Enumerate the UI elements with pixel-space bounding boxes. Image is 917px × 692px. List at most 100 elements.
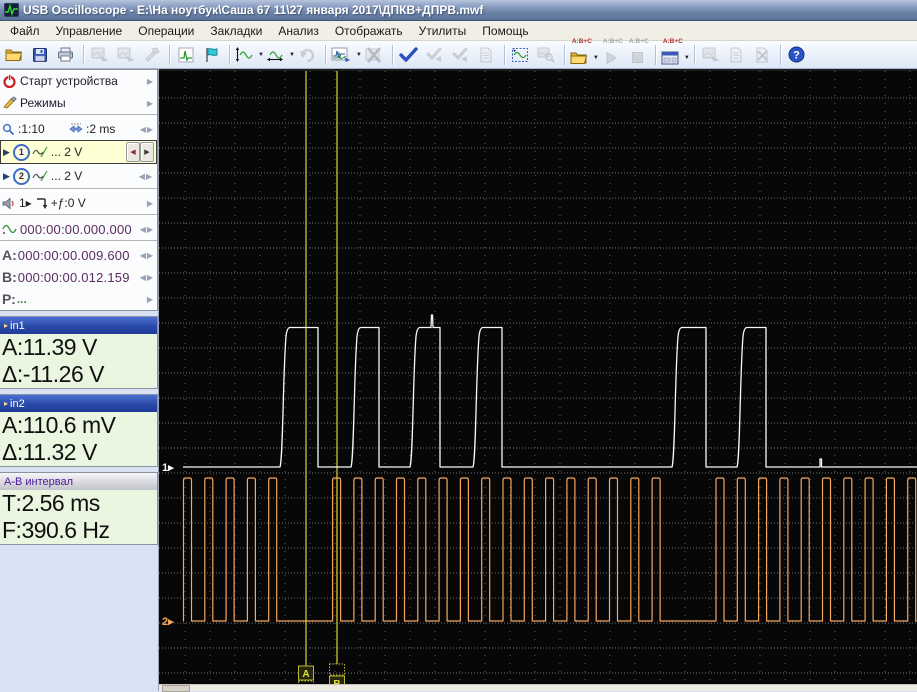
trigger-level[interactable]: +ƒ:0 V xyxy=(51,196,86,210)
report-doc-button xyxy=(475,42,501,68)
expand-arrow-icon[interactable]: ▶ xyxy=(147,199,154,208)
p-row[interactable]: Р: ... ▶ xyxy=(0,288,157,310)
panel-header[interactable]: ▸ in1 xyxy=(0,317,157,334)
apply-check-button[interactable] xyxy=(397,42,423,68)
abc-mini-label: A:B+C xyxy=(571,37,592,45)
abc-mini-label: A:B+C xyxy=(662,37,683,45)
channel-1-dec-button[interactable]: ◀ xyxy=(126,142,140,162)
overlay-waveforms-icon xyxy=(331,47,351,63)
channel-1-range[interactable]: ... 2 V xyxy=(51,145,82,159)
channel-1-inc-button[interactable]: ▶ xyxy=(140,142,154,162)
measurement-value: A:11.39 V xyxy=(2,334,97,360)
marker-frame-button[interactable] xyxy=(509,42,535,68)
stretch-vertical-button[interactable]: ▼ xyxy=(234,42,265,68)
trigger-row[interactable]: 1▸ +ƒ:0 V ▶ xyxy=(0,192,157,214)
scope-display[interactable]: 1▸2▸AB xyxy=(159,69,917,692)
check-forward-icon xyxy=(426,47,443,62)
main-area: Старт устройства ▶ Режимы ▶:1:10:2 ms … xyxy=(0,69,917,692)
menu-item-закладки[interactable]: Закладки xyxy=(202,23,270,39)
cursor-a-row[interactable]: A: 000:00:00.009.600 ◀▶ xyxy=(0,244,157,266)
dropdown-arrow-icon[interactable]: ▼ xyxy=(258,52,264,58)
panel-header[interactable]: ▸ in2 xyxy=(0,395,157,412)
menu-item-операции[interactable]: Операции xyxy=(130,23,202,39)
abc-mini-label: A:B+C xyxy=(602,37,623,45)
check-back-icon xyxy=(452,47,469,62)
channel-2-marker[interactable]: 2▸ xyxy=(162,616,174,628)
overlay-waveforms-button[interactable]: ▼ xyxy=(330,42,363,68)
channel-2-badge: 2 xyxy=(12,167,30,185)
open-file-button[interactable] xyxy=(2,42,28,68)
export-image-2-icon xyxy=(117,47,134,62)
panel-title: A-B интервал xyxy=(4,475,74,488)
probe-ratio-value[interactable]: :1:10 xyxy=(18,122,45,136)
window-titlebar[interactable]: USB Oscilloscope - E:\На ноутбук\Саша 67… xyxy=(0,0,917,21)
position-time-row[interactable]: 000:00:00.000.000 ◀▶ xyxy=(0,218,157,240)
measurement-value: Δ:11.32 V xyxy=(2,439,97,465)
image-view-icon xyxy=(702,47,719,62)
menu-item-управление[interactable]: Управление xyxy=(48,23,131,39)
remove-waveform-icon xyxy=(365,46,383,63)
timebase-value[interactable]: :2 ms xyxy=(86,122,115,136)
channel-1-marker[interactable]: 1▸ xyxy=(162,462,174,474)
toolbar-separator xyxy=(654,44,657,65)
trigger-edge-icon xyxy=(36,197,48,210)
adjust-arrows-icon[interactable]: ◀▶ xyxy=(140,273,154,282)
coupling-icon xyxy=(32,170,48,182)
horizontal-scrollbar[interactable] xyxy=(159,684,917,692)
dropdown-arrow-icon[interactable]: ▼ xyxy=(289,52,295,58)
dropdown-arrow-icon[interactable]: ▼ xyxy=(593,55,599,61)
save-file-button[interactable] xyxy=(28,42,54,68)
expand-arrow-icon[interactable]: ▶ xyxy=(147,295,154,304)
panel-arrow-icon: ▸ xyxy=(4,321,9,330)
panel-arrow-icon: ▸ xyxy=(4,399,9,408)
dropdown-arrow-icon[interactable]: ▼ xyxy=(684,55,690,61)
window-title: USB Oscilloscope - E:\На ноутбук\Саша 67… xyxy=(23,3,484,17)
expand-arrow-icon[interactable]: ▶ xyxy=(147,77,154,86)
waveform-canvas[interactable]: 1▸2▸AB xyxy=(159,71,917,691)
trigger-source[interactable]: 1▸ xyxy=(19,196,32,210)
svg-text:?: ? xyxy=(793,50,800,62)
toolbar-separator xyxy=(324,44,327,65)
adjust-arrows-icon[interactable]: ◀▶ xyxy=(140,125,154,134)
modes-label: Режимы xyxy=(20,96,66,110)
bookmark-flag-button[interactable] xyxy=(200,42,226,68)
save-file-icon xyxy=(32,47,48,63)
channel-2-range[interactable]: ... 2 V xyxy=(51,169,82,183)
expand-arrow-icon[interactable]: ▶ xyxy=(147,99,154,108)
modes-button[interactable]: Режимы ▶ xyxy=(0,92,157,114)
channel-2-row[interactable]: ▶ 2 ... 2 V ◀▶ xyxy=(0,164,157,188)
stretch-horizontal-button[interactable]: ▼ xyxy=(265,42,296,68)
abc-settings-button[interactable]: A:B+C ▼ xyxy=(660,38,691,72)
abc-play-icon xyxy=(604,51,618,65)
export-image-button xyxy=(88,42,114,68)
dropdown-arrow-icon[interactable]: ▼ xyxy=(356,52,362,58)
scope-svg: 1▸2▸AB xyxy=(159,71,917,691)
stretch-horizontal-icon xyxy=(266,48,284,62)
menu-item-утилиты[interactable]: Утилиты xyxy=(411,23,475,39)
help-button[interactable]: ? xyxy=(785,42,811,68)
abc-open-button[interactable]: A:B+C ▼ xyxy=(569,38,600,72)
start-device-button[interactable]: Старт устройства ▶ xyxy=(0,70,157,92)
abc-stop-icon xyxy=(631,51,644,64)
menu-item-отображать[interactable]: Отображать xyxy=(327,23,411,39)
abc-mini-label: A:B+C xyxy=(628,37,649,45)
panel-header[interactable]: A-B интервал xyxy=(0,473,157,490)
panel-title: in2 xyxy=(10,397,25,410)
measure-panel-in2: ▸ in2 A:110.6 mV Δ:11.32 V xyxy=(0,394,158,467)
menu-item-помощь[interactable]: Помощь xyxy=(474,23,536,39)
adjust-arrows-icon[interactable]: ◀▶ xyxy=(140,251,154,260)
modes-icon xyxy=(2,96,17,110)
build-tool-icon xyxy=(144,47,160,62)
menu-item-файл[interactable]: Файл xyxy=(2,23,48,39)
marker-frame-icon xyxy=(511,47,529,63)
pulse-marker-button[interactable] xyxy=(174,42,200,68)
channel-1-row[interactable]: ▶ 1 ... 2 V ◀ ▶ xyxy=(0,140,157,164)
adjust-arrows-icon[interactable]: ◀▶ xyxy=(139,172,153,181)
adjust-arrows-icon[interactable]: ◀▶ xyxy=(140,225,154,234)
undo-icon xyxy=(299,47,315,62)
delete-doc-icon xyxy=(755,47,770,63)
menu-item-анализ[interactable]: Анализ xyxy=(270,23,327,39)
print-button[interactable] xyxy=(54,42,80,68)
measurement-value: Т:2.56 ms xyxy=(2,490,100,516)
cursor-b-row[interactable]: B: 000:00:00.012.159 ◀▶ xyxy=(0,266,157,288)
